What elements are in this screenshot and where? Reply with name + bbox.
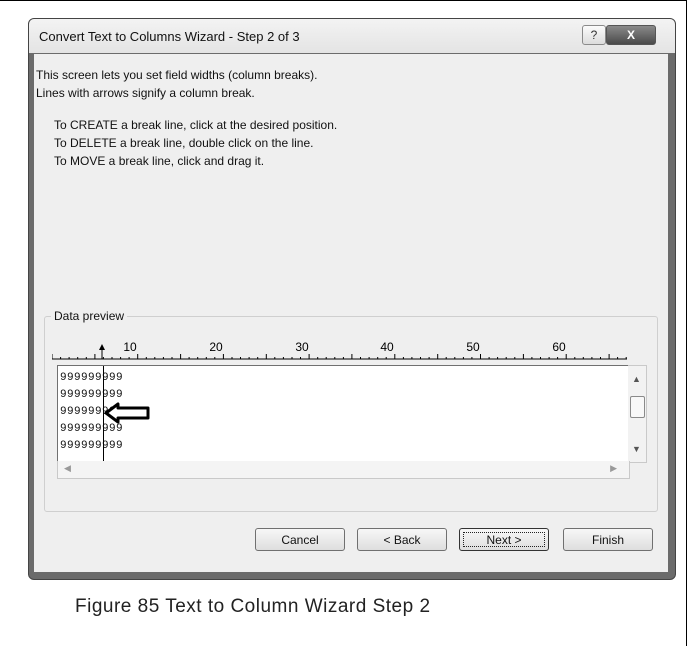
preview-row: 999999999: [60, 440, 124, 452]
break-line-steps: To CREATE a break line, click at the des…: [54, 116, 337, 170]
column-ruler[interactable]: 10 20 30 40 50 60: [52, 330, 627, 364]
finish-button-label: Finish: [591, 532, 624, 547]
break-marker-arrow-icon: [99, 344, 105, 350]
page-border-top: [0, 0, 687, 1]
ruler-label-30: 30: [295, 340, 309, 354]
dialog-body: This screen lets you set field widths (c…: [34, 54, 668, 572]
step-line: To DELETE a break line, double click on …: [54, 136, 314, 150]
title-bar[interactable]: Convert Text to Columns Wizard - Step 2 …: [29, 19, 675, 53]
left-arrow-annotation-icon: [104, 402, 150, 424]
horizontal-scrollbar[interactable]: ◀ ▶: [57, 461, 630, 479]
data-preview-label: Data preview: [51, 309, 128, 323]
dialog-title: Convert Text to Columns Wizard - Step 2 …: [39, 29, 300, 44]
scroll-left-icon[interactable]: ◀: [64, 463, 71, 474]
back-button-label: < Back: [383, 532, 421, 547]
next-button[interactable]: Next >: [459, 528, 549, 551]
preview-row: 999999999: [60, 372, 124, 384]
ruler-label-20: 20: [209, 340, 223, 354]
help-button[interactable]: ?: [582, 25, 606, 45]
instructions: This screen lets you set field widths (c…: [36, 66, 317, 102]
close-button[interactable]: X: [606, 25, 656, 45]
step-line: To CREATE a break line, click at the des…: [54, 118, 338, 132]
ruler-label-50: 50: [466, 340, 480, 354]
cancel-button[interactable]: Cancel: [255, 528, 345, 551]
data-preview-label-text: Data preview: [54, 309, 125, 323]
ruler-label-10: 10: [123, 340, 137, 354]
preview-row: 999999999: [60, 389, 124, 401]
instruction-line: Lines with arrows signify a column break…: [36, 86, 255, 100]
step-line: To MOVE a break line, click and drag it.: [54, 154, 265, 168]
scroll-down-icon[interactable]: ▼: [632, 444, 641, 454]
data-preview-area[interactable]: 999999999 999999999 999999999 999999999 …: [57, 365, 630, 463]
ruler-label-40: 40: [380, 340, 394, 354]
ruler-label-60: 60: [552, 340, 566, 354]
cancel-button-label: Cancel: [281, 532, 319, 547]
figure-caption: Figure 85 Text to Column Wizard Step 2: [75, 596, 431, 617]
focus-ring: [463, 532, 545, 547]
preview-row: 999999999: [60, 423, 124, 435]
finish-button[interactable]: Finish: [563, 528, 653, 551]
vertical-scrollbar[interactable]: ▲ ▼: [628, 365, 647, 463]
scroll-right-icon[interactable]: ▶: [610, 463, 617, 474]
wizard-dialog: Convert Text to Columns Wizard - Step 2 …: [28, 18, 676, 580]
scroll-up-icon[interactable]: ▲: [632, 374, 641, 384]
ruler-ticks: [52, 354, 627, 359]
scroll-thumb[interactable]: [630, 396, 645, 418]
back-button[interactable]: < Back: [357, 528, 447, 551]
instruction-line: This screen lets you set field widths (c…: [36, 68, 318, 82]
